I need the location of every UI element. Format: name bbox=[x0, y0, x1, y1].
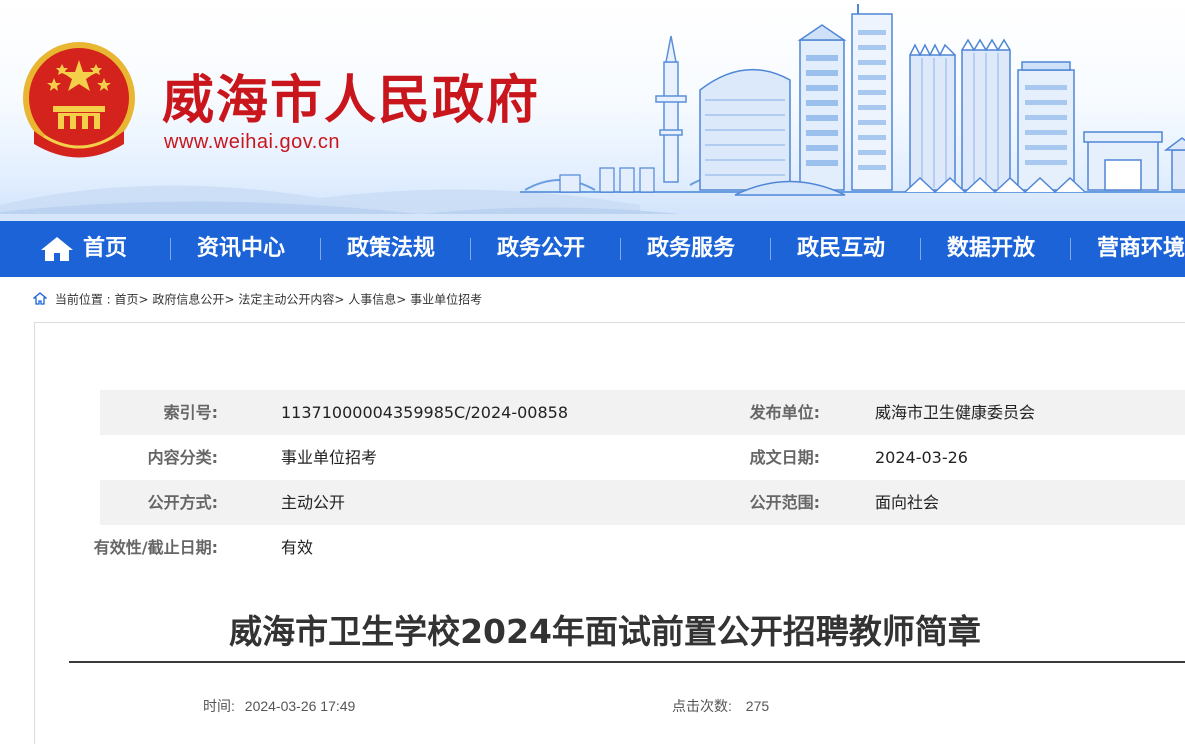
home-location-icon bbox=[33, 292, 47, 305]
disclosure-scope-label: 公开范围: bbox=[749, 493, 820, 512]
breadcrumb-item-gov-info[interactable]: 政府信息公开 bbox=[152, 293, 224, 307]
nav-divider bbox=[320, 238, 321, 260]
category-value: 事业单位招考 bbox=[281, 448, 378, 467]
publisher-label: 发布单位: bbox=[749, 403, 820, 422]
nav-item-business-environment[interactable]: 营商环境 bbox=[1097, 221, 1185, 277]
nav-item-open-data[interactable]: 数据开放 bbox=[947, 221, 1035, 277]
breadcrumb-separator: > bbox=[334, 292, 345, 307]
title-divider bbox=[69, 661, 1185, 663]
metadata-table: 索引号: 11371000004359985C/2024-00858 发布单位:… bbox=[94, 390, 1185, 570]
view-count-value: 275 bbox=[745, 698, 770, 714]
publisher-value: 威海市卫生健康委员会 bbox=[875, 403, 1036, 422]
main-nav: 首页 资讯中心 政策法规 政务公开 政务服务 政民互动 数据开放 营商环境 bbox=[0, 221, 1185, 277]
breadcrumb-item-home[interactable]: 首页 bbox=[115, 293, 139, 307]
publish-time-label: 时间: bbox=[203, 698, 235, 714]
breadcrumb: 当前位置 : 首页> 政府信息公开> 法定主动公开内容> 人事信息> 事业单位招… bbox=[33, 290, 482, 308]
nav-divider bbox=[920, 238, 921, 260]
publish-time: 时间: 2024-03-26 17:49 bbox=[203, 696, 355, 716]
category-label: 内容分类: bbox=[147, 448, 218, 467]
breadcrumb-item-statutory-content[interactable]: 法定主动公开内容 bbox=[238, 293, 334, 307]
view-count-label: 点击次数: bbox=[672, 698, 732, 714]
publish-time-value: 2024-03-26 17:49 bbox=[244, 698, 356, 714]
site-title: 威海市人民政府 bbox=[162, 71, 541, 131]
validity-label: 有效性/截止日期: bbox=[93, 538, 218, 557]
article-container: 索引号: 11371000004359985C/2024-00858 发布单位:… bbox=[34, 322, 1185, 744]
home-icon[interactable] bbox=[40, 236, 74, 262]
nav-item-government-affairs-disclosure[interactable]: 政务公开 bbox=[497, 221, 585, 277]
breadcrumb-separator: > bbox=[396, 292, 407, 307]
breadcrumb-prefix: 当前位置 : bbox=[54, 292, 111, 307]
nav-divider bbox=[170, 238, 171, 260]
written-date-value: 2024-03-26 bbox=[875, 448, 968, 467]
metadata-row: 有效性/截止日期: 有效 bbox=[94, 525, 1185, 570]
nav-item-policies[interactable]: 政策法规 bbox=[347, 221, 435, 277]
disclosure-method-label: 公开方式: bbox=[147, 493, 218, 512]
metadata-row: 内容分类: 事业单位招考 成文日期: 2024-03-26 bbox=[100, 435, 1185, 480]
header-banner: 威海市人民政府 www.weihai.gov.cn bbox=[0, 0, 1185, 221]
index-label: 索引号: bbox=[163, 403, 218, 422]
written-date-label: 成文日期: bbox=[749, 448, 820, 467]
breadcrumb-separator: > bbox=[224, 292, 235, 307]
national-emblem-icon bbox=[23, 42, 135, 158]
site-url: www.weihai.gov.cn bbox=[164, 131, 340, 153]
index-value: 11371000004359985C/2024-00858 bbox=[281, 403, 569, 422]
metadata-row: 公开方式: 主动公开 公开范围: 面向社会 bbox=[100, 480, 1185, 525]
view-count: 点击次数: 275 bbox=[672, 696, 769, 716]
nav-item-news-center[interactable]: 资讯中心 bbox=[197, 221, 285, 277]
breadcrumb-item-personnel-info[interactable]: 人事信息 bbox=[348, 293, 396, 307]
breadcrumb-item-recruitment[interactable]: 事业单位招考 bbox=[410, 293, 482, 307]
nav-item-public-interaction[interactable]: 政民互动 bbox=[797, 221, 885, 277]
nav-item-government-services[interactable]: 政务服务 bbox=[647, 221, 735, 277]
breadcrumb-separator: > bbox=[138, 292, 149, 307]
disclosure-scope-value: 面向社会 bbox=[875, 493, 940, 512]
nav-divider bbox=[620, 238, 621, 260]
metadata-row: 索引号: 11371000004359985C/2024-00858 发布单位:… bbox=[100, 390, 1185, 435]
disclosure-method-value: 主动公开 bbox=[281, 493, 346, 512]
article-title: 威海市卫生学校2024年面试前置公开招聘教师简章 bbox=[229, 612, 981, 651]
nav-divider bbox=[1070, 238, 1071, 260]
nav-item-home[interactable]: 首页 bbox=[83, 221, 127, 277]
nav-divider bbox=[770, 238, 771, 260]
nav-divider bbox=[470, 238, 471, 260]
validity-value: 有效 bbox=[281, 538, 314, 557]
